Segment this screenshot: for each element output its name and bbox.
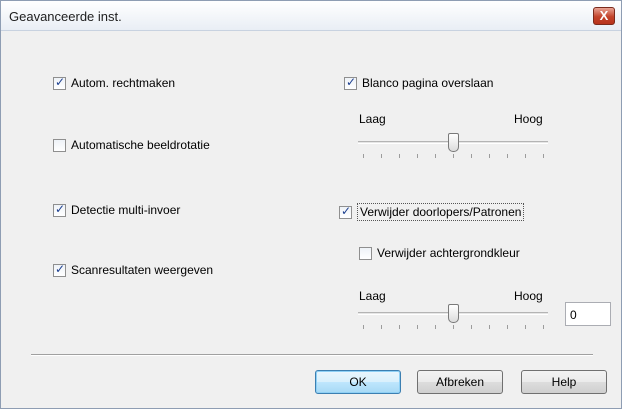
checkbox-checked-icon[interactable] <box>344 75 357 90</box>
slider-tick <box>489 325 490 329</box>
slider-tick <box>543 325 544 329</box>
background-color-slider[interactable] <box>358 303 548 333</box>
checkbox-checked-icon[interactable] <box>53 202 66 217</box>
automatische-beeldrotatie-checkbox[interactable]: Automatische beeldrotatie <box>53 138 210 152</box>
slider-tick <box>507 154 508 158</box>
slider-tick <box>453 325 454 329</box>
slider-tick <box>417 325 418 329</box>
title-bar: Geavanceerde inst. X <box>1 1 621 31</box>
checkbox-checked-icon[interactable] <box>53 75 66 90</box>
slider-tick <box>435 154 436 158</box>
slider-tick <box>417 154 418 158</box>
slider-tick <box>471 325 472 329</box>
button-separator <box>31 354 593 356</box>
blank-page-slider-low-label: Laag <box>359 112 386 126</box>
detectie-multi-invoer-label: Detectie multi-invoer <box>71 203 181 217</box>
blank-page-sensitivity-slider[interactable] <box>358 132 548 162</box>
autom-rechtmaken-label: Autom. rechtmaken <box>71 76 176 90</box>
slider-tick <box>507 325 508 329</box>
slider-ticks <box>363 325 544 331</box>
slider-tick <box>489 154 490 158</box>
close-button[interactable]: X <box>593 7 615 25</box>
background-slider-low-label: Laag <box>359 289 386 303</box>
background-value-text: 0 <box>570 308 577 322</box>
background-value-input[interactable]: 0 <box>565 302 611 326</box>
checkbox-unchecked-icon[interactable] <box>53 138 66 152</box>
cancel-button[interactable]: Afbreken <box>417 370 503 394</box>
checkbox-unchecked-icon[interactable] <box>359 246 372 260</box>
ok-button[interactable]: OK <box>315 370 401 394</box>
window-title: Geavanceerde inst. <box>9 9 122 24</box>
slider-tick <box>381 154 382 158</box>
close-icon: X <box>599 8 609 23</box>
blanco-pagina-overslaan-checkbox[interactable]: Blanco pagina overslaan <box>344 75 494 90</box>
blanco-pagina-overslaan-label: Blanco pagina overslaan <box>362 76 494 90</box>
automatische-beeldrotatie-label: Automatische beeldrotatie <box>71 138 210 152</box>
slider-tick <box>363 154 364 158</box>
detectie-multi-invoer-checkbox[interactable]: Detectie multi-invoer <box>53 202 181 217</box>
verwijder-achtergrondkleur-label: Verwijder achtergrondkleur <box>377 246 520 260</box>
slider-tick <box>525 154 526 158</box>
checkbox-checked-icon[interactable] <box>53 262 66 277</box>
blank-page-slider-high-label: Hoog <box>514 112 543 126</box>
slider-tick <box>435 325 436 329</box>
scanresultaten-weergeven-label: Scanresultaten weergeven <box>71 263 214 277</box>
verwijder-doorlopers-checkbox[interactable]: Verwijder doorlopers/Patronen <box>339 203 525 221</box>
help-button[interactable]: Help <box>521 370 607 394</box>
scanresultaten-weergeven-checkbox[interactable]: Scanresultaten weergeven <box>53 262 214 277</box>
slider-tick <box>453 154 454 158</box>
slider-tick <box>381 325 382 329</box>
slider-thumb[interactable] <box>448 304 459 323</box>
slider-tick <box>363 325 364 329</box>
verwijder-doorlopers-label: Verwijder doorlopers/Patronen <box>357 203 525 221</box>
slider-tick <box>525 325 526 329</box>
checkbox-checked-icon[interactable] <box>339 204 352 219</box>
slider-thumb[interactable] <box>448 133 459 152</box>
slider-ticks <box>363 154 544 160</box>
autom-rechtmaken-checkbox[interactable]: Autom. rechtmaken <box>53 75 176 90</box>
slider-tick <box>399 154 400 158</box>
advanced-settings-dialog: Geavanceerde inst. X Autom. rechtmaken A… <box>0 0 622 409</box>
background-slider-high-label: Hoog <box>514 289 543 303</box>
slider-tick <box>543 154 544 158</box>
verwijder-achtergrondkleur-checkbox[interactable]: Verwijder achtergrondkleur <box>359 246 520 260</box>
slider-tick <box>399 325 400 329</box>
slider-tick <box>471 154 472 158</box>
